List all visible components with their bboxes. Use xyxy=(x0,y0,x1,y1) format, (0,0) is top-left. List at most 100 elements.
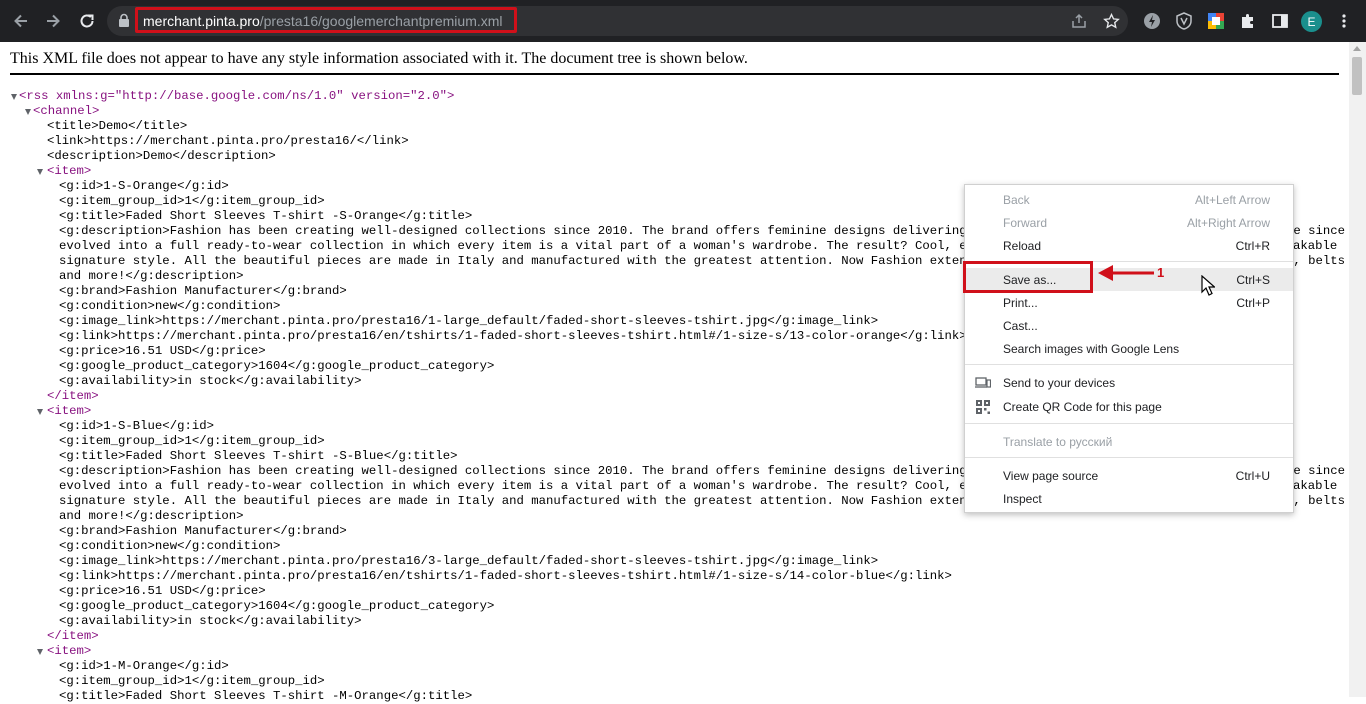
xml-line: <g:availability>in stock</g:availability… xyxy=(59,374,362,388)
xml-line: <g:price>16.51 USD</g:price> xyxy=(59,344,266,358)
menu-item-search-lens[interactable]: Search images with Google Lens xyxy=(965,337,1293,360)
qr-code-icon xyxy=(976,400,990,414)
profile-avatar[interactable]: E xyxy=(1301,11,1322,32)
xml-line: <g:item_group_id>1</g:item_group_id> xyxy=(59,434,325,448)
xml-item-close: </item> xyxy=(47,389,99,403)
xml-title: <title>Demo</title> xyxy=(47,119,188,133)
menu-item-view-source[interactable]: View page source Ctrl+U xyxy=(965,464,1293,487)
xml-line: <g:title>Faded Short Sleeves T-shirt -S-… xyxy=(59,209,473,223)
url-text[interactable]: merchant.pinta.pro/presta16/googlemercha… xyxy=(143,13,503,29)
save-as-highlight-annotation xyxy=(963,261,1093,293)
xml-line: <g:image_link>https://merchant.pinta.pro… xyxy=(59,314,879,328)
reload-button[interactable] xyxy=(74,8,100,34)
extension-shield-icon[interactable] xyxy=(1174,11,1194,31)
xml-line: <g:link>https://merchant.pinta.pro/prest… xyxy=(59,569,952,583)
xml-line: akable xyxy=(1293,479,1338,493)
xml-line: <g:price>16.51 USD</g:price> xyxy=(59,584,266,598)
xml-line: signature style. All the beautiful piece… xyxy=(59,254,997,268)
xml-item-open: <item> xyxy=(47,404,92,418)
menu-item-label: Cast... xyxy=(1003,319,1038,333)
mouse-cursor-icon xyxy=(1201,275,1215,296)
xml-link: <link>https://merchant.pinta.pro/presta1… xyxy=(47,134,409,148)
devices-icon xyxy=(975,377,991,388)
xml-line: signature style. All the beautiful piece… xyxy=(59,494,997,508)
browser-toolbar: merchant.pinta.pro/presta16/googlemercha… xyxy=(0,0,1366,42)
menu-item-qr-code[interactable]: Create QR Code for this page xyxy=(965,395,1293,418)
menu-item-forward[interactable]: Forward Alt+Right Arrow xyxy=(965,211,1293,234)
xml-style-notice: This XML file does not appear to have an… xyxy=(10,50,748,67)
menu-item-label: View page source xyxy=(1003,469,1099,483)
xml-line: s, belts xyxy=(1286,494,1346,508)
xml-line: <g:condition>new</g:condition> xyxy=(59,299,281,313)
menu-item-label: Send to your devices xyxy=(1003,376,1116,390)
address-bar[interactable]: merchant.pinta.pro/presta16/googlemercha… xyxy=(107,6,1128,36)
xml-line: <g:id>1-S-Orange</g:id> xyxy=(59,179,229,193)
xml-line: s, belts xyxy=(1286,254,1346,268)
menu-item-shortcut: Ctrl+S xyxy=(1236,273,1270,287)
menu-item-label: Inspect xyxy=(1003,492,1042,506)
xml-item-close: </item> xyxy=(47,629,99,643)
scrollbar-thumb[interactable] xyxy=(1352,57,1362,95)
forward-button[interactable] xyxy=(40,8,66,34)
share-icon[interactable] xyxy=(1070,12,1088,30)
arrow-right-icon xyxy=(47,14,60,28)
collapse-triangle-icon[interactable] xyxy=(37,409,43,415)
menu-item-label: Search images with Google Lens xyxy=(1003,342,1180,356)
xml-line: <g:brand>Fashion Manufacturer</g:brand> xyxy=(59,524,347,538)
side-panel-icon[interactable] xyxy=(1270,11,1290,31)
collapse-triangle-icon[interactable] xyxy=(37,169,43,175)
xml-item-open: <item> xyxy=(47,644,92,658)
menu-item-label: Create QR Code for this page xyxy=(1003,400,1162,414)
xml-rss-open: <rss xmlns:g="http://base.google.com/ns/… xyxy=(19,89,455,103)
menu-item-shortcut: Alt+Right Arrow xyxy=(1186,216,1270,230)
menu-item-label: Back xyxy=(1003,193,1030,207)
collapse-triangle-icon[interactable] xyxy=(25,109,31,115)
xml-line: <g:item_group_id>1</g:item_group_id> xyxy=(59,674,325,688)
xml-line: akable xyxy=(1293,239,1338,253)
xml-line: <g:image_link>https://merchant.pinta.pro… xyxy=(59,554,879,568)
xml-line: <g:title>Faded Short Sleeves T-shirt -S-… xyxy=(59,449,458,463)
xml-line: <g:google_product_category>1604</g:googl… xyxy=(59,359,495,373)
xml-line: <g:id>1-M-Orange</g:id> xyxy=(59,659,229,673)
menu-item-back[interactable]: Back Alt+Left Arrow xyxy=(965,188,1293,211)
xml-line: <g:availability>in stock</g:availability… xyxy=(59,614,362,628)
xml-line: <g:id>1-S-Blue</g:id> xyxy=(59,419,214,433)
divider xyxy=(10,73,1339,75)
reload-icon xyxy=(80,14,94,28)
annotation-arrow-icon xyxy=(1098,265,1154,281)
menu-item-translate[interactable]: Translate to русский xyxy=(965,430,1293,453)
menu-item-print[interactable]: Print... Ctrl+P xyxy=(965,291,1293,314)
annotation-step-number: 1 xyxy=(1157,265,1165,280)
xml-channel-open: <channel> xyxy=(33,104,100,118)
bookmark-star-icon[interactable] xyxy=(1102,12,1120,30)
lock-icon[interactable] xyxy=(118,13,130,28)
extension-lightning-icon[interactable] xyxy=(1142,11,1162,31)
extensions-puzzle-icon[interactable] xyxy=(1238,11,1258,31)
menu-item-shortcut: Alt+Left Arrow xyxy=(1194,193,1270,207)
xml-line: ve since xyxy=(1286,464,1346,478)
back-button[interactable] xyxy=(8,8,34,34)
menu-item-label: Forward xyxy=(1003,216,1048,230)
menu-separator xyxy=(965,457,1293,458)
extension-colorful-icon[interactable] xyxy=(1206,11,1226,31)
xml-line: ve since xyxy=(1286,224,1346,238)
url-path: /presta16/googlemerchantpremium.xml xyxy=(259,13,503,29)
xml-line: <g:link>https://merchant.pinta.pro/prest… xyxy=(59,329,967,343)
scroll-up-arrow-icon[interactable] xyxy=(1353,46,1361,51)
menu-item-cast[interactable]: Cast... xyxy=(965,314,1293,337)
menu-item-inspect[interactable]: Inspect xyxy=(965,487,1293,510)
xml-line: <g:item_group_id>1</g:item_group_id> xyxy=(59,194,325,208)
collapse-triangle-icon[interactable] xyxy=(11,94,17,100)
menu-item-shortcut: Ctrl+P xyxy=(1236,296,1270,310)
menu-item-label: Translate to русский xyxy=(1003,435,1113,449)
menu-item-reload[interactable]: Reload Ctrl+R xyxy=(965,234,1293,257)
menu-separator xyxy=(965,423,1293,424)
vertical-scrollbar[interactable] xyxy=(1349,42,1366,697)
menu-item-send-to-devices[interactable]: Send to your devices xyxy=(965,371,1293,394)
xml-line: <g:condition>new</g:condition> xyxy=(59,539,281,553)
xml-line: and more!</g:description> xyxy=(59,509,244,523)
menu-kebab-icon[interactable] xyxy=(1334,11,1354,31)
arrow-left-icon xyxy=(14,14,27,28)
menu-separator xyxy=(965,364,1293,365)
collapse-triangle-icon[interactable] xyxy=(37,649,43,655)
